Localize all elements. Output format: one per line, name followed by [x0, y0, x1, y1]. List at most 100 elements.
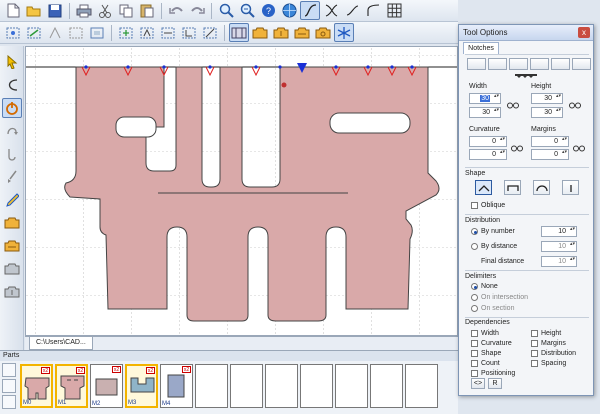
delimiter-intersection-radio[interactable]: On intersection [471, 294, 528, 301]
nodes-rotate-icon[interactable] [45, 23, 65, 42]
delimiter-none-radio[interactable]: None [471, 283, 498, 290]
width-input[interactable]: 30 [469, 93, 501, 104]
rotate-alt-icon[interactable] [2, 144, 22, 164]
zoom-out-icon[interactable] [237, 1, 257, 20]
pattern-1-icon[interactable] [250, 23, 270, 42]
dep-curvature-checkbox[interactable]: Curvature [471, 340, 512, 347]
curvature-secondary-input[interactable]: 0 [469, 149, 507, 160]
pattern-drawing[interactable] [26, 47, 458, 336]
by-number-radio[interactable]: By number [471, 228, 515, 235]
grid-icon[interactable] [384, 1, 404, 20]
help-icon[interactable]: ? [258, 1, 278, 20]
nodes-scale-icon[interactable] [24, 23, 44, 42]
pattern-3-icon[interactable] [292, 23, 312, 42]
shape-round-button[interactable] [533, 180, 550, 195]
notch-type-button[interactable] [551, 58, 570, 70]
width-link-icon[interactable] [507, 102, 519, 109]
part-thumb-4[interactable]: x2 M4 [160, 364, 193, 408]
shape-line-button[interactable] [562, 180, 579, 195]
margins-input[interactable]: 0 [531, 136, 569, 147]
height-secondary-input[interactable]: 30 [531, 107, 563, 118]
power-icon[interactable] [1, 98, 22, 118]
curve-s-icon[interactable] [300, 1, 320, 20]
nodes-weld-icon[interactable] [179, 23, 199, 42]
part-thumb-0[interactable]: x2 M0 [20, 364, 53, 408]
by-number-input[interactable]: 10 [541, 226, 577, 237]
empty-slot[interactable] [300, 364, 333, 408]
reset-button[interactable]: R [488, 378, 502, 389]
empty-slot[interactable] [195, 364, 228, 408]
nodes-grid-icon[interactable] [116, 23, 136, 42]
piece-3-icon[interactable] [2, 259, 22, 279]
swap-button[interactable]: <> [471, 378, 485, 389]
notch-type-button[interactable] [488, 58, 507, 70]
film-icon[interactable] [229, 23, 249, 42]
curve-flat-icon[interactable] [342, 1, 362, 20]
anchor-point[interactable] [281, 82, 287, 88]
notch-type-button[interactable] [467, 58, 486, 70]
margins-link-icon[interactable] [573, 145, 585, 152]
dep-distribution-checkbox[interactable]: Distribution [531, 350, 576, 357]
pattern-2-icon[interactable] [271, 23, 291, 42]
by-distance-input[interactable]: 10 [541, 241, 577, 252]
pencil-icon[interactable] [2, 190, 22, 210]
zoom-in-icon[interactable] [216, 1, 236, 20]
dep-shape-checkbox[interactable]: Shape [471, 350, 501, 357]
snowflake-icon[interactable] [334, 23, 354, 42]
empty-slot[interactable] [335, 364, 368, 408]
pointer-icon[interactable] [2, 52, 22, 72]
curve-x-icon[interactable] [321, 1, 341, 20]
redo-icon[interactable] [187, 1, 207, 20]
print-icon[interactable] [74, 1, 94, 20]
hole-left[interactable] [115, 116, 157, 138]
empty-slot[interactable] [370, 364, 403, 408]
curvature-input[interactable]: 0 [469, 136, 507, 147]
copy-icon[interactable] [116, 1, 136, 20]
nodes-move-icon[interactable] [3, 23, 23, 42]
sort-icon[interactable] [2, 395, 16, 409]
list-view-icon[interactable] [2, 379, 16, 393]
empty-slot[interactable] [405, 364, 438, 408]
curve-angle-icon[interactable] [363, 1, 383, 20]
curve-tool-icon[interactable] [2, 75, 22, 95]
width-secondary-input[interactable]: 30 [469, 107, 501, 118]
height-input[interactable]: 30 [531, 93, 563, 104]
empty-slot[interactable] [265, 364, 298, 408]
globe-icon[interactable] [279, 1, 299, 20]
dep-spacing-checkbox[interactable]: Spacing [531, 360, 566, 367]
pattern-4-icon[interactable] [313, 23, 333, 42]
shape-square-button[interactable] [504, 180, 521, 195]
shape-triangle-button[interactable] [475, 180, 492, 195]
part-thumb-3[interactable]: x2 M3 [125, 364, 158, 408]
height-link-icon[interactable] [569, 102, 581, 109]
tab-notches[interactable]: Notches [463, 42, 499, 54]
open-folder-icon[interactable] [24, 1, 44, 20]
nodes-align-icon[interactable] [87, 23, 107, 42]
save-icon[interactable] [45, 1, 65, 20]
undo-icon[interactable] [166, 1, 186, 20]
nodes-join-icon[interactable] [137, 23, 157, 42]
part-thumb-2[interactable]: x2 M2 [90, 364, 123, 408]
brush-icon[interactable] [2, 167, 22, 187]
close-icon[interactable]: x [578, 27, 590, 38]
nodes-split-icon[interactable] [158, 23, 178, 42]
paste-icon[interactable] [137, 1, 157, 20]
dep-margins-checkbox[interactable]: Margins [531, 340, 566, 347]
hole-right[interactable] [329, 112, 411, 134]
new-document-icon[interactable] [3, 1, 23, 20]
delimiter-section-radio[interactable]: On section [471, 305, 514, 312]
piece-4-icon[interactable] [2, 282, 22, 302]
oblique-checkbox[interactable]: Oblique [471, 202, 505, 209]
piece-1-icon[interactable] [2, 213, 22, 233]
notch-type-button[interactable] [530, 58, 549, 70]
notch-type-button[interactable] [572, 58, 591, 70]
notch-type-button[interactable] [509, 58, 528, 70]
nodes-mirror-icon[interactable] [66, 23, 86, 42]
dep-count-checkbox[interactable]: Count [471, 360, 500, 367]
rotate-tool-icon[interactable] [2, 121, 22, 141]
document-tab[interactable]: C:\Users\CAD... [29, 337, 93, 350]
cut-icon[interactable] [95, 1, 115, 20]
margins-secondary-input[interactable]: 0 [531, 149, 569, 160]
drawing-canvas[interactable] [25, 46, 458, 336]
nodes-cut-icon[interactable] [200, 23, 220, 42]
